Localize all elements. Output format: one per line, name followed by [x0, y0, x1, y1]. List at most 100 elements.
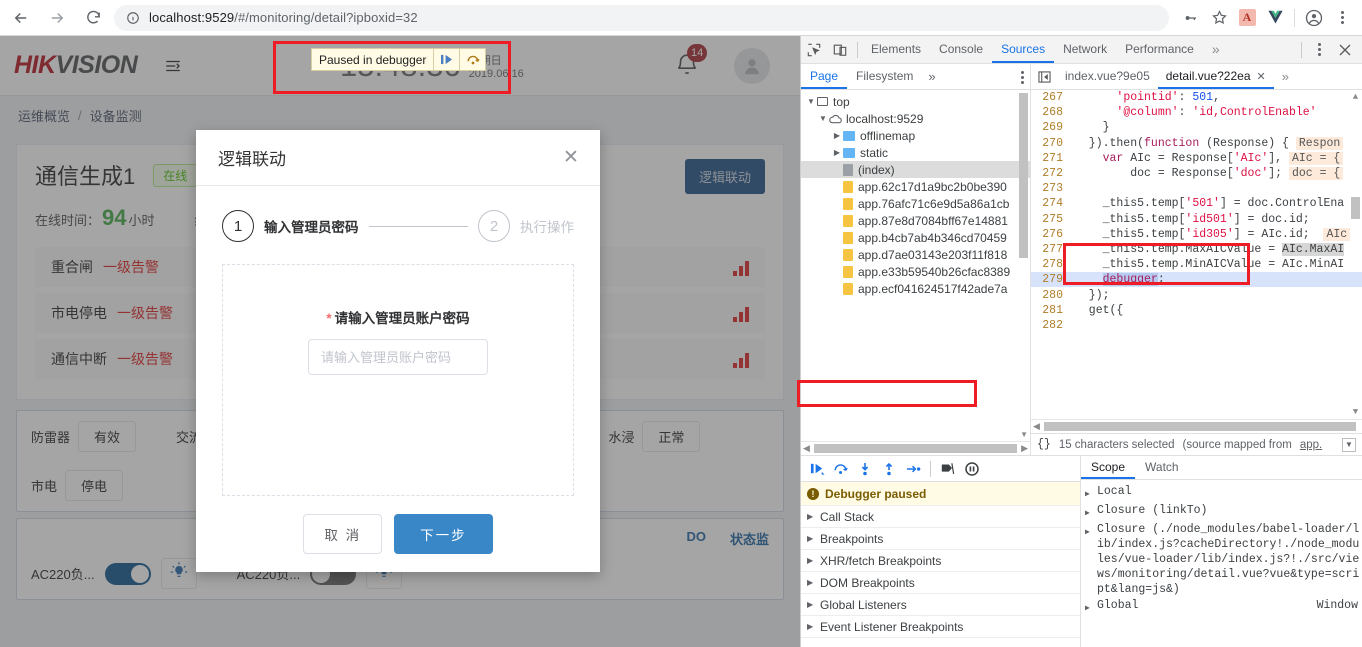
toolbar-divider: [1301, 42, 1302, 58]
source-tabs-more-button[interactable]: »: [1274, 64, 1297, 89]
chrome-menu-button[interactable]: [1328, 4, 1356, 32]
step-into-button[interactable]: [854, 458, 876, 480]
accordion-dom-breakpoints[interactable]: ▶DOM Breakpoints: [801, 572, 1080, 594]
accordion-global-listeners[interactable]: ▶Global Listeners: [801, 594, 1080, 616]
step-out-button[interactable]: [878, 458, 900, 480]
twisty-icon[interactable]: ▼: [817, 114, 829, 123]
twisty-icon[interactable]: ▶: [831, 148, 843, 157]
back-button[interactable]: [6, 3, 36, 33]
scope-row-closure-linkto[interactable]: ▶ Closure (linkTo): [1085, 503, 1362, 521]
tree-node-file[interactable]: app.62c17d1a9bc2b0be390: [801, 178, 1030, 195]
tree-node-file[interactable]: app.d7ae03143e203f11f818: [801, 246, 1030, 263]
tree-scroll-down-arrow[interactable]: ▼: [1020, 430, 1028, 439]
navigator-menu-button[interactable]: [1021, 71, 1024, 84]
close-icon[interactable]: ✕: [560, 146, 582, 168]
scroll-thumb[interactable]: [1044, 422, 1356, 431]
devtools-settings-button[interactable]: [1306, 37, 1332, 63]
tab-performance[interactable]: Performance: [1116, 36, 1203, 63]
inspect-element-button[interactable]: [801, 37, 827, 63]
devtools-close-icon: [1339, 44, 1351, 56]
pdf-extension-button[interactable]: A: [1233, 4, 1261, 32]
password-key-button[interactable]: [1177, 4, 1205, 32]
caret-icon: ▶: [807, 622, 815, 631]
scroll-left-arrow[interactable]: ◀: [803, 443, 810, 454]
file-tree-vertical-scrollbar[interactable]: [1019, 93, 1028, 258]
tab-scope[interactable]: Scope: [1081, 456, 1135, 479]
pause-on-exceptions-button[interactable]: [961, 458, 983, 480]
info-circle-icon[interactable]: [126, 11, 140, 25]
address-bar[interactable]: localhost:9529/#/monitoring/detail?ipbox…: [114, 5, 1169, 31]
tree-node-folder-offlinemap[interactable]: ▶ offlinemap: [801, 127, 1030, 144]
tree-node-file[interactable]: app.ecf041624517f42ade7a: [801, 280, 1030, 297]
editor-options-button[interactable]: ▼: [1342, 438, 1356, 452]
close-tab-icon[interactable]: ✕: [1257, 71, 1266, 83]
overlay-step-over-button[interactable]: [459, 49, 485, 70]
source-tab-index-vue[interactable]: index.vue?9e05: [1057, 64, 1158, 89]
overlay-resume-button[interactable]: [433, 49, 459, 70]
nav-tab-page[interactable]: Page: [801, 64, 847, 89]
accordion-call-stack[interactable]: ▶Call Stack: [801, 506, 1080, 528]
tree-node-index[interactable]: (index): [801, 161, 1030, 178]
cancel-button[interactable]: 取 消: [303, 514, 382, 554]
twisty-icon[interactable]: ▶: [831, 131, 843, 140]
step-button[interactable]: [902, 458, 924, 480]
pretty-print-button[interactable]: {}: [1037, 438, 1051, 451]
nav-tab-filesystem[interactable]: Filesystem: [847, 64, 922, 89]
forward-button[interactable]: [42, 3, 72, 33]
tree-node-top[interactable]: ▼ top: [801, 93, 1030, 110]
tree-node-file[interactable]: app.b4cb7ab4b346cd70459: [801, 229, 1030, 246]
accordion-breakpoints[interactable]: ▶Breakpoints: [801, 528, 1080, 550]
file-tree-horizontal-scrollbar[interactable]: ◀ ▶: [801, 441, 1030, 455]
show-navigator-button[interactable]: [1031, 64, 1057, 90]
tab-console[interactable]: Console: [930, 36, 992, 63]
address-bar-text: localhost:9529/#/monitoring/detail?ipbox…: [149, 10, 418, 25]
warning-info-icon: !: [807, 488, 819, 500]
resume-script-button[interactable]: [806, 458, 828, 480]
devtools-close-button[interactable]: [1332, 37, 1358, 63]
source-tab-detail-vue[interactable]: detail.vue?22ea✕: [1158, 64, 1274, 89]
vue-extension-button[interactable]: [1261, 4, 1289, 32]
code-line: 278 _this5.temp.MinAICValue = AIc.MinAI: [1031, 257, 1362, 272]
source-map-link[interactable]: app.: [1300, 439, 1322, 451]
password-input[interactable]: [308, 339, 488, 375]
device-toolbar-button[interactable]: [827, 37, 853, 63]
tree-node-file[interactable]: app.87e8d7084bff67e14881: [801, 212, 1030, 229]
step-over-button[interactable]: [830, 458, 852, 480]
deactivate-breakpoints-button[interactable]: [937, 458, 959, 480]
caret-icon[interactable]: ▶: [1085, 598, 1093, 616]
scroll-left-arrow[interactable]: ◀: [1033, 421, 1040, 432]
line-text: });: [1071, 289, 1110, 302]
navigator-more-button[interactable]: »: [922, 69, 941, 84]
accordion-xhr-fetch-breakpoints[interactable]: ▶XHR/fetch Breakpoints: [801, 550, 1080, 572]
profile-button[interactable]: [1300, 4, 1328, 32]
tab-sources[interactable]: Sources: [992, 36, 1054, 63]
code-editor[interactable]: 267 'pointid': 501, 268 '@column': 'id,C…: [1031, 90, 1362, 419]
tab-watch[interactable]: Watch: [1135, 456, 1189, 479]
tab-network[interactable]: Network: [1054, 36, 1116, 63]
tree-node-origin[interactable]: ▼ localhost:9529: [801, 110, 1030, 127]
accordion-event-listener-breakpoints[interactable]: ▶Event Listener Breakpoints: [801, 616, 1080, 638]
bookmark-button[interactable]: [1205, 4, 1233, 32]
scope-row-local[interactable]: ▶ Local: [1085, 484, 1362, 502]
scroll-right-arrow[interactable]: ▶: [1021, 443, 1028, 454]
next-step-button[interactable]: 下一步: [394, 514, 493, 554]
code-vertical-scrollbar[interactable]: [1351, 92, 1360, 419]
code-scroll-down-arrow[interactable]: ▼: [1350, 407, 1361, 417]
scroll-thumb[interactable]: [814, 444, 1017, 453]
reload-button[interactable]: [78, 3, 108, 33]
twisty-icon[interactable]: ▼: [805, 97, 817, 106]
more-tabs-button[interactable]: »: [1203, 36, 1229, 63]
tree-node-file[interactable]: app.76afc71c6e9d5a86a1cb: [801, 195, 1030, 212]
tree-node-file[interactable]: app.e33b59540b26cfac8389: [801, 263, 1030, 280]
code-scroll-thumb[interactable]: [1351, 197, 1360, 219]
line-number: 270: [1031, 137, 1071, 150]
code-horizontal-scrollbar[interactable]: ◀: [1031, 419, 1362, 433]
tree-node-folder-static[interactable]: ▶ static: [801, 144, 1030, 161]
tab-elements[interactable]: Elements: [862, 36, 930, 63]
scope-row-closure-module[interactable]: ▶ Closure (./node_modules/babel-loader/l…: [1085, 522, 1362, 597]
line-number: 278: [1031, 258, 1071, 271]
caret-icon[interactable]: ▶: [1085, 484, 1093, 502]
scope-row-global[interactable]: ▶ Global Window: [1085, 598, 1362, 616]
caret-icon[interactable]: ▶: [1085, 522, 1093, 540]
caret-icon[interactable]: ▶: [1085, 503, 1093, 521]
